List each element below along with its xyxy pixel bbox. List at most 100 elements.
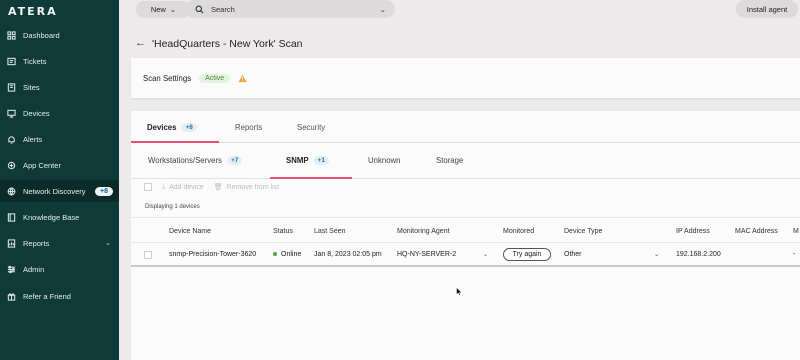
- subtab-label: Storage: [436, 156, 464, 165]
- try-again-button[interactable]: Try again: [503, 248, 551, 261]
- sidebar-item-devices[interactable]: Devices: [0, 102, 119, 124]
- bell-icon: [7, 135, 16, 144]
- sidebar-item-network-discovery[interactable]: Network Discovery +8: [0, 180, 119, 202]
- remove-from-list-button[interactable]: 🗑 Remove from list: [214, 183, 280, 192]
- sidebar-item-label: Dashboard: [23, 30, 60, 40]
- device-type-dropdown-icon[interactable]: ⌄: [654, 251, 659, 258]
- sidebar-item-label: Knowledge Base: [23, 212, 80, 222]
- column-header-more[interactable]: M: [793, 228, 799, 235]
- subtab-snmp[interactable]: SNMP +1: [286, 156, 329, 165]
- tab-label: Devices: [147, 123, 177, 132]
- app-logo: ATERA: [8, 5, 58, 18]
- network-discovery-badge: +8: [95, 186, 113, 196]
- column-header-monitoring-agent[interactable]: Monitoring Agent: [397, 228, 450, 235]
- admin-icon: [7, 265, 16, 274]
- main-content: ← 'HeadQuarters - New York' Scan Scan Se…: [119, 19, 800, 360]
- top-bar: New ⌄ Search ⌄ Install agent: [119, 0, 800, 19]
- count-badge: +8: [181, 123, 197, 132]
- reports-icon: [7, 238, 16, 248]
- sidebar-item-label: Tickets: [23, 56, 47, 66]
- column-header-last-seen[interactable]: Last Seen: [314, 228, 346, 235]
- add-device-button[interactable]: ⤓ Add device: [162, 183, 204, 191]
- column-header-status[interactable]: Status: [273, 228, 293, 235]
- row-checkbox[interactable]: [144, 251, 152, 259]
- sidebar-item-label: Admin: [23, 264, 45, 274]
- scan-settings-card: Scan Settings Active: [131, 58, 800, 98]
- status-cell: Online: [273, 251, 301, 258]
- subtab-unknown[interactable]: Unknown: [368, 156, 401, 165]
- sidebar-item-dashboard[interactable]: Dashboard: [0, 24, 119, 46]
- table-row[interactable]: snmp-Precision-Tower-3620 Online Jan 8, …: [131, 243, 800, 267]
- count-badge: +7: [226, 156, 243, 165]
- count-badge: +1: [313, 156, 329, 165]
- search-input[interactable]: Search ⌄: [185, 0, 395, 18]
- last-seen-cell: Jan 8, 2023 02:05 pm: [314, 251, 382, 258]
- add-device-label: Add device: [169, 183, 204, 191]
- new-button[interactable]: New ⌄: [136, 1, 191, 18]
- sidebar-item-label: Network Discovery: [23, 186, 86, 196]
- warning-icon[interactable]: [238, 74, 247, 83]
- gift-icon: [7, 292, 16, 301]
- remove-from-list-label: Remove from list: [226, 183, 280, 191]
- chevron-down-icon[interactable]: ⌄: [380, 5, 386, 14]
- search-placeholder: Search: [211, 4, 235, 14]
- sidebar-item-label: Devices: [23, 108, 50, 118]
- sidebar-item-admin[interactable]: Admin: [0, 258, 119, 280]
- sidebar-item-reports[interactable]: Reports ⌄: [0, 232, 119, 254]
- column-header-device-type[interactable]: Device Type: [564, 228, 602, 235]
- subtab-label: Unknown: [368, 156, 401, 165]
- sidebar-item-label: Alerts: [23, 134, 43, 144]
- select-all-checkbox[interactable]: [144, 183, 152, 191]
- tab-label: Security: [297, 123, 326, 132]
- sites-icon: [7, 82, 16, 92]
- scan-settings-label[interactable]: Scan Settings: [143, 74, 191, 83]
- install-agent-button[interactable]: Install agent: [736, 0, 798, 18]
- column-header-mac-address[interactable]: MAC Address: [735, 228, 778, 235]
- device-count-label: Displaying 1 devices: [145, 204, 200, 210]
- sidebar-item-label: Reports: [23, 238, 50, 248]
- monitoring-agent-dropdown-icon[interactable]: ⌄: [483, 251, 488, 258]
- chevron-down-icon: ⌄: [169, 5, 177, 14]
- new-button-label: New: [150, 5, 166, 14]
- column-header-device-name[interactable]: Device Name: [169, 228, 211, 235]
- tab-devices[interactable]: Devices +8: [147, 123, 197, 132]
- device-type-tabs: Workstations/Servers +7 SNMP +1 Unknown …: [131, 143, 800, 179]
- subtab-active-indicator: [270, 177, 352, 179]
- subtab-label: Workstations/Servers: [148, 156, 222, 165]
- sidebar-item-app-center[interactable]: App Center: [0, 154, 119, 176]
- sidebar-item-knowledge-base[interactable]: Knowledge Base: [0, 206, 119, 228]
- tab-label: Reports: [235, 123, 263, 132]
- page-title: 'HeadQuarters - New York' Scan: [152, 38, 303, 50]
- device-name-cell[interactable]: snmp-Precision-Tower-3620: [169, 251, 256, 258]
- subtab-workstations-servers[interactable]: Workstations/Servers +7: [148, 156, 243, 165]
- tab-reports[interactable]: Reports: [235, 123, 262, 132]
- download-icon: ⤓: [162, 183, 166, 190]
- status-text: Online: [281, 251, 302, 258]
- subtab-storage[interactable]: Storage: [436, 156, 463, 165]
- ticket-icon: [7, 57, 16, 66]
- main-tabs: Devices +8 Reports Security: [131, 111, 800, 143]
- table-toolbar: ⤓ Add device 🗑 Remove from list: [144, 183, 279, 191]
- ip-address-cell: 192.168.2.200: [676, 251, 721, 258]
- column-header-monitored[interactable]: Monitored: [503, 228, 534, 235]
- sidebar-item-refer-a-friend[interactable]: Refer a Friend: [0, 285, 119, 307]
- monitor-icon: [7, 109, 16, 118]
- sidebar-item-tickets[interactable]: Tickets: [0, 50, 119, 72]
- sidebar-item-alerts[interactable]: Alerts: [0, 128, 119, 150]
- sidebar-item-label: Sites: [23, 82, 40, 92]
- chevron-down-icon: ⌄: [105, 240, 111, 247]
- status-badge: Active: [199, 73, 231, 83]
- online-status-dot: [273, 252, 277, 257]
- column-header-ip-address[interactable]: IP Address: [676, 228, 710, 235]
- more-cell: -: [793, 251, 796, 258]
- scan-results-card: Devices +8 Reports Security Workstations…: [131, 111, 800, 360]
- sidebar-item-label: App Center: [23, 160, 61, 170]
- sidebar-item-sites[interactable]: Sites: [0, 76, 119, 98]
- back-arrow-icon[interactable]: ←: [135, 37, 146, 49]
- sidebar-item-label: Refer a Friend: [23, 291, 71, 301]
- app-center-icon: [7, 161, 16, 170]
- monitoring-agent-cell: HQ-NY-SERVER-2: [397, 251, 457, 258]
- network-icon: [7, 187, 16, 196]
- tab-security[interactable]: Security: [297, 123, 325, 132]
- device-type-cell: Other: [564, 251, 582, 258]
